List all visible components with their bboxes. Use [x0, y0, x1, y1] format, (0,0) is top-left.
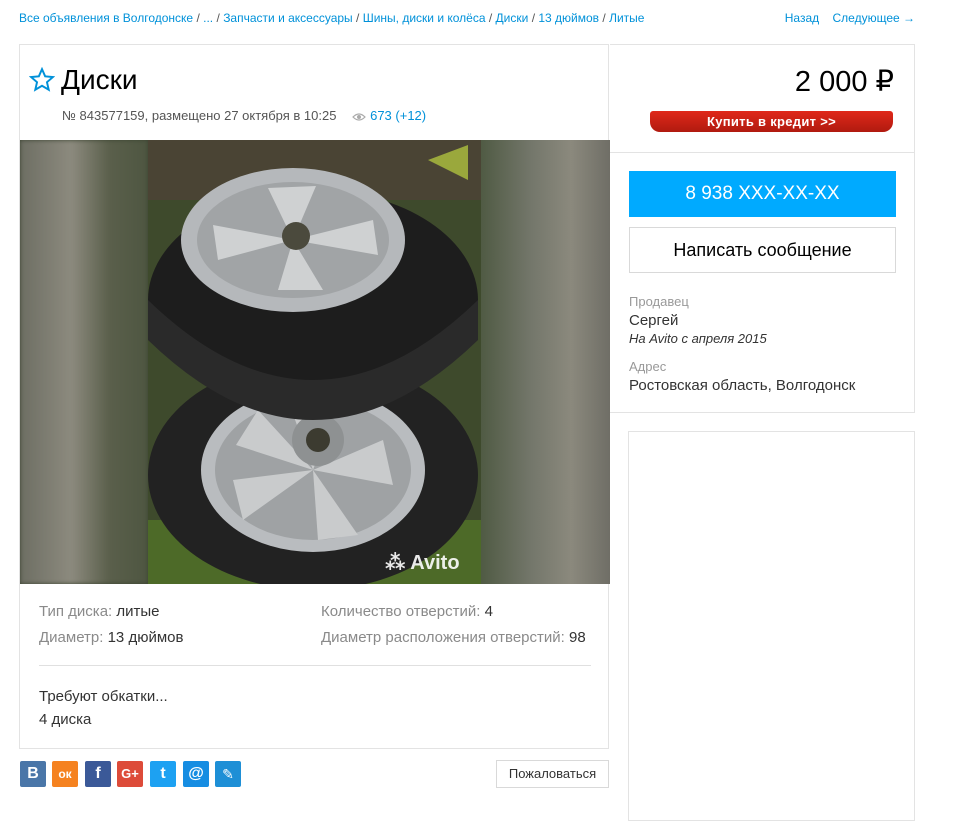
write-message-button[interactable]: Написать сообщение: [629, 227, 896, 273]
avito-watermark: ⁂ Avito: [385, 550, 460, 575]
watermark-text: Avito: [410, 552, 460, 574]
param-pcd: Диаметр расположения отверстий: 98: [321, 629, 586, 646]
price: 2 000 ₽: [794, 66, 894, 98]
param-value: 4: [484, 603, 493, 620]
ad-panel: [628, 431, 915, 821]
listing-meta: № 843577159, размещено 27 октября в 10:2…: [62, 108, 426, 123]
listing-nav: Назад Следующее →: [775, 11, 915, 25]
param-value: 98: [569, 629, 586, 646]
param-holes: Количество отверстий: 4: [321, 603, 493, 620]
complain-button[interactable]: Пожаловаться: [496, 760, 609, 788]
twitter-icon[interactable]: t: [150, 761, 176, 787]
views-count: 673 (+12): [370, 108, 427, 123]
listing-photo[interactable]: [20, 140, 610, 584]
breadcrumb-link-all[interactable]: Все объявления в Волгодонске: [19, 11, 193, 25]
next-link[interactable]: Следующее →: [833, 11, 916, 25]
wheels-photo-image: [148, 140, 481, 584]
param-key: Диаметр расположения отверстий:: [321, 629, 565, 646]
avito-logo-icon: ⁂: [385, 552, 406, 574]
description-line: Требуют обкатки...: [39, 688, 168, 705]
param-value: литые: [116, 603, 160, 620]
address-value: Ростовская область, Волгодонск: [629, 377, 856, 394]
params-divider: [39, 665, 591, 666]
credit-button[interactable]: Купить в кредит >>: [650, 111, 893, 132]
description-line: 4 диска: [39, 711, 92, 728]
breadcrumb-link-13[interactable]: 13 дюймов: [538, 11, 599, 25]
vk-icon[interactable]: В: [20, 761, 46, 787]
mail-icon[interactable]: @: [183, 761, 209, 787]
google-plus-icon[interactable]: G+: [117, 761, 143, 787]
divider: [610, 152, 915, 153]
back-link[interactable]: Назад: [785, 11, 819, 25]
param-disk-type: Тип диска: литые: [39, 603, 160, 620]
param-key: Тип диска:: [39, 603, 113, 620]
breadcrumb-link-alloy[interactable]: Литые: [609, 11, 644, 25]
breadcrumb-link-tires[interactable]: Шины, диски и колёса: [363, 11, 486, 25]
facebook-icon[interactable]: f: [85, 761, 111, 787]
page-title: Диски: [61, 64, 138, 95]
seller-name-link[interactable]: Сергей: [629, 312, 678, 329]
seller-since: На Avito с апреля 2015: [629, 331, 767, 346]
address-label: Адрес: [629, 359, 667, 374]
odnoklassniki-icon[interactable]: ок: [52, 761, 78, 787]
breadcrumb: Все объявления в Волгодонске / ... / Зап…: [19, 11, 645, 25]
views-counter: 673 (+12): [352, 108, 426, 123]
photo-blur-left: [20, 140, 148, 584]
breadcrumb-link-parts[interactable]: Запчасти и аксессуары: [223, 11, 353, 25]
param-value: 13 дюймов: [107, 629, 184, 646]
photo-blur-right: [480, 140, 610, 584]
title-row: Диски: [29, 64, 138, 96]
listing-id-date: № 843577159, размещено 27 октября в 10:2…: [62, 108, 337, 123]
param-key: Диаметр:: [39, 629, 104, 646]
favorite-star-icon[interactable]: [29, 67, 55, 93]
eye-icon: [352, 112, 366, 121]
seller-label: Продавец: [629, 294, 689, 309]
param-diameter: Диаметр: 13 дюймов: [39, 629, 183, 646]
breadcrumb-link-wheels[interactable]: Диски: [496, 11, 529, 25]
show-phone-button[interactable]: 8 938 XXX-XX-XX: [629, 171, 896, 217]
param-key: Количество отверстий:: [321, 603, 481, 620]
breadcrumb-link-ellipsis[interactable]: ...: [203, 11, 213, 25]
livejournal-icon[interactable]: ✎: [215, 761, 241, 787]
